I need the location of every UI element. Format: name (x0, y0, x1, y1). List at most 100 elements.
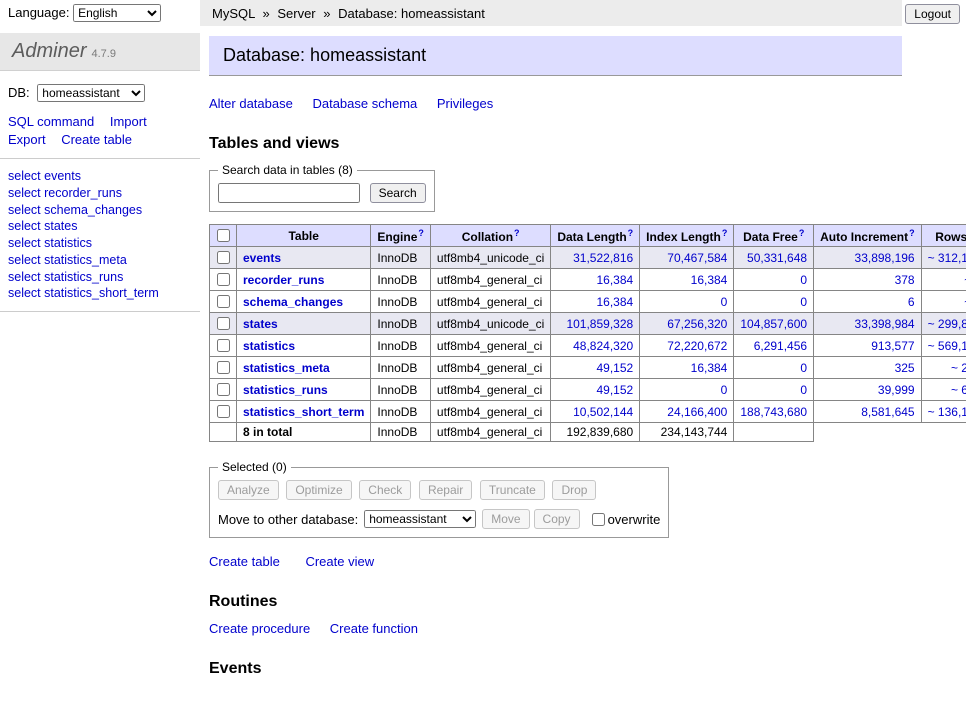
sidebar-item-select-statistics-meta[interactable]: select statistics_meta (8, 252, 192, 269)
data-free-cell[interactable]: 0 (734, 357, 814, 379)
row-select-checkbox[interactable] (217, 361, 230, 374)
row-select-checkbox[interactable] (217, 383, 230, 396)
language-select[interactable]: English (73, 4, 161, 22)
data-length-cell[interactable]: 16,384 (551, 291, 640, 313)
sidebar-link-sql-command[interactable]: SQL command (8, 114, 94, 129)
table-link[interactable]: statistics_short_term (243, 405, 364, 419)
select-all-checkbox[interactable] (217, 229, 230, 242)
logout-button[interactable]: Logout (905, 4, 960, 24)
data-length-cell[interactable]: 48,824,320 (551, 335, 640, 357)
data-length-cell[interactable]: 49,152 (551, 379, 640, 401)
index-length-cell[interactable]: 24,166,400 (640, 401, 734, 423)
table-link[interactable]: statistics (243, 339, 295, 353)
table-link[interactable]: recorder_runs (243, 273, 324, 287)
data-length-cell[interactable]: 49,152 (551, 357, 640, 379)
data-free-cell[interactable]: 0 (734, 379, 814, 401)
search-button[interactable]: Search (370, 183, 426, 203)
data-length-cell[interactable]: 101,859,328 (551, 313, 640, 335)
index-length-cell[interactable]: 0 (640, 379, 734, 401)
sidebar-item-select-statistics-runs[interactable]: select statistics_runs (8, 269, 192, 286)
sidebar-item-select-statistics-short-term[interactable]: select statistics_short_term (8, 285, 192, 302)
data-free-cell[interactable]: 6,291,456 (734, 335, 814, 357)
auto-increment-cell[interactable]: 913,577 (814, 335, 922, 357)
rows-count-cell[interactable]: ~ 3 (921, 291, 966, 313)
optimize-button[interactable]: Optimize (286, 480, 351, 500)
index-length-cell[interactable]: 16,384 (640, 357, 734, 379)
data-free-cell[interactable]: 188,743,680 (734, 401, 814, 423)
auto-increment-cell[interactable]: 39,999 (814, 379, 922, 401)
row-select-checkbox[interactable] (217, 405, 230, 418)
create-table-link[interactable]: Create table (209, 554, 280, 569)
index-length-cell[interactable]: 0 (640, 291, 734, 313)
move-db-select[interactable]: homeassistant (364, 510, 476, 528)
auto-increment-help-link[interactable]: ? (909, 228, 915, 238)
sidebar-item-select-schema-changes[interactable]: select schema_changes (8, 202, 192, 219)
search-input[interactable] (218, 183, 360, 203)
rows-count-cell[interactable]: ~ 299,833 (921, 313, 966, 335)
alter-database-link[interactable]: Alter database (209, 96, 293, 111)
copy-button[interactable]: Copy (534, 509, 580, 529)
table-link[interactable]: schema_changes (243, 295, 343, 309)
database-schema-link[interactable]: Database schema (312, 96, 417, 111)
rows-count-cell[interactable]: ~ 312,180 (921, 247, 966, 269)
move-button[interactable]: Move (482, 509, 529, 529)
rows-count-cell[interactable]: ~ 136,108 (921, 401, 966, 423)
breadcrumb-link-mysql[interactable]: MySQL (212, 6, 255, 21)
create-function-link[interactable]: Create function (330, 621, 418, 636)
data-free-cell[interactable]: 0 (734, 291, 814, 313)
index-length-cell[interactable]: 67,256,320 (640, 313, 734, 335)
engine-help-link[interactable]: ? (418, 228, 424, 238)
check-button[interactable]: Check (359, 480, 411, 500)
table-link[interactable]: statistics_meta (243, 361, 330, 375)
drop-button[interactable]: Drop (552, 480, 596, 500)
table-link[interactable]: statistics_runs (243, 383, 328, 397)
data-free-cell[interactable]: 50,331,648 (734, 247, 814, 269)
data-free-cell[interactable]: 104,857,600 (734, 313, 814, 335)
auto-increment-cell[interactable]: 378 (814, 269, 922, 291)
table-link[interactable]: states (243, 317, 278, 331)
auto-increment-cell[interactable]: 33,898,196 (814, 247, 922, 269)
rows-count-cell[interactable]: ~ 628 (921, 379, 966, 401)
create-procedure-link[interactable]: Create procedure (209, 621, 310, 636)
index-length-cell[interactable]: 72,220,672 (640, 335, 734, 357)
index-length-help-link[interactable]: ? (722, 228, 728, 238)
row-select-checkbox[interactable] (217, 251, 230, 264)
sidebar-item-select-statistics[interactable]: select statistics (8, 235, 192, 252)
auto-increment-cell[interactable]: 6 (814, 291, 922, 313)
row-select-checkbox[interactable] (217, 317, 230, 330)
breadcrumb-link-server[interactable]: Server (277, 6, 315, 21)
rows-count-cell[interactable]: ~ 5 (921, 269, 966, 291)
index-length-cell[interactable]: 16,384 (640, 269, 734, 291)
sidebar-item-select-events[interactable]: select events (8, 168, 192, 185)
sidebar-link-import[interactable]: Import (110, 114, 147, 129)
data-free-help-link[interactable]: ? (799, 228, 805, 238)
rows-count-cell[interactable]: ~ 569,159 (921, 335, 966, 357)
sidebar-link-create-table[interactable]: Create table (61, 132, 132, 147)
data-length-cell[interactable]: 10,502,144 (551, 401, 640, 423)
data-free-cell[interactable]: 0 (734, 269, 814, 291)
collation-cell: utf8mb4_unicode_ci (430, 247, 550, 269)
auto-increment-cell[interactable]: 8,581,645 (814, 401, 922, 423)
row-select-checkbox[interactable] (217, 339, 230, 352)
auto-increment-cell[interactable]: 33,398,984 (814, 313, 922, 335)
data-length-cell[interactable]: 31,522,816 (551, 247, 640, 269)
table-link[interactable]: events (243, 251, 281, 265)
rows-count-cell[interactable]: ~ 244 (921, 357, 966, 379)
sidebar-item-select-states[interactable]: select states (8, 218, 192, 235)
sidebar-item-select-recorder-runs[interactable]: select recorder_runs (8, 185, 192, 202)
row-select-checkbox[interactable] (217, 295, 230, 308)
sidebar-link-export[interactable]: Export (8, 132, 46, 147)
db-select[interactable]: homeassistant (37, 84, 145, 102)
privileges-link[interactable]: Privileges (437, 96, 493, 111)
repair-button[interactable]: Repair (419, 480, 472, 500)
truncate-button[interactable]: Truncate (480, 480, 545, 500)
row-select-checkbox[interactable] (217, 273, 230, 286)
auto-increment-cell[interactable]: 325 (814, 357, 922, 379)
create-view-link[interactable]: Create view (305, 554, 374, 569)
data-length-help-link[interactable]: ? (628, 228, 634, 238)
analyze-button[interactable]: Analyze (218, 480, 279, 500)
collation-help-link[interactable]: ? (514, 228, 520, 238)
index-length-cell[interactable]: 70,467,584 (640, 247, 734, 269)
data-length-cell[interactable]: 16,384 (551, 269, 640, 291)
overwrite-checkbox[interactable] (592, 513, 605, 526)
